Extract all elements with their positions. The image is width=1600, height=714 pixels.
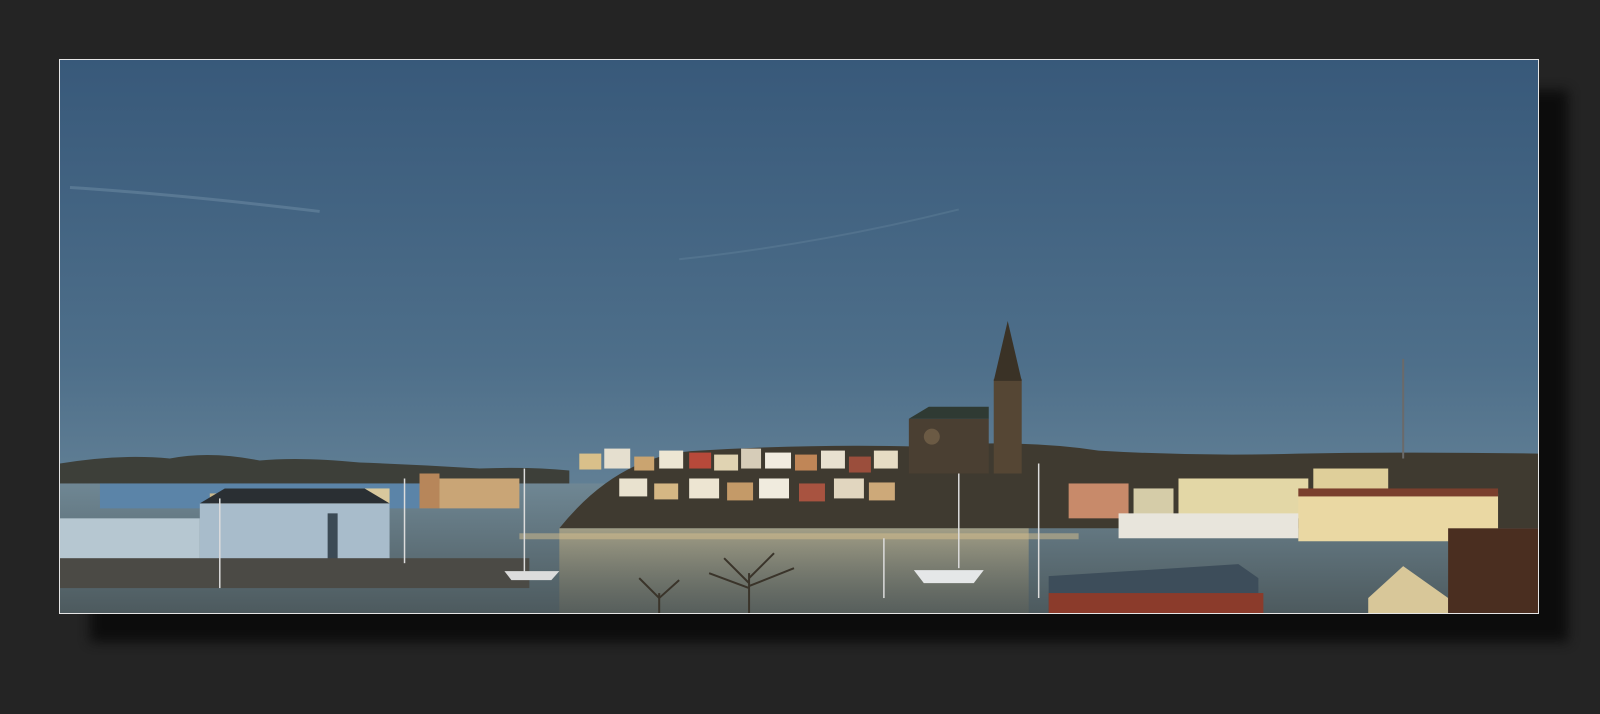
moored-boat (913, 570, 984, 584)
foreground-building (1048, 593, 1264, 613)
church-rose-window (923, 428, 940, 445)
harbour-panorama-photo (60, 60, 1538, 613)
photo-frame (59, 59, 1539, 614)
foreground-trees (1448, 528, 1538, 613)
water-reflection (519, 533, 1079, 540)
moored-boat (504, 571, 560, 581)
display-background (0, 0, 1600, 714)
